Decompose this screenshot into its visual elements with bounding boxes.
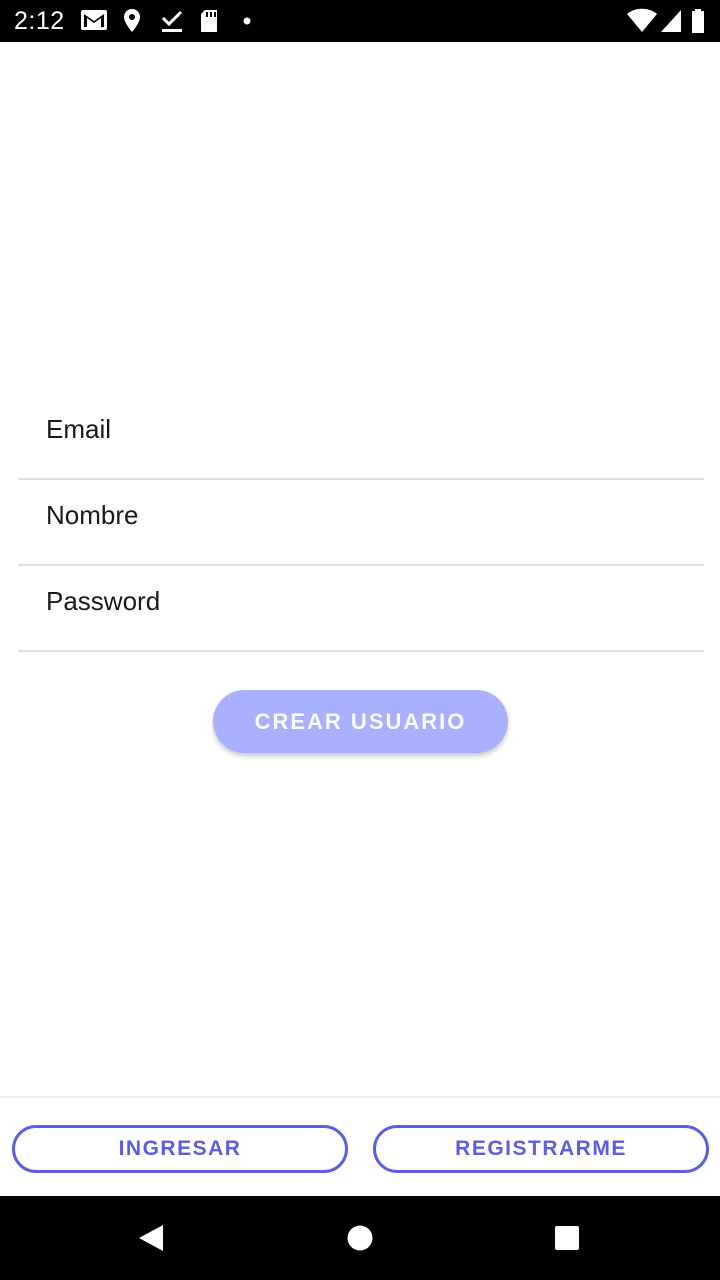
- download-done-icon: [161, 10, 183, 32]
- recents-icon: [555, 1226, 579, 1250]
- email-label: Email: [46, 414, 112, 444]
- login-button[interactable]: INGRESAR: [12, 1125, 348, 1173]
- home-button[interactable]: [340, 1218, 380, 1258]
- password-label: Password: [46, 586, 161, 616]
- register-button[interactable]: REGISTRARME: [373, 1125, 709, 1173]
- create-user-button-label: CREAR USUARIO: [254, 708, 467, 734]
- signal-icon: [661, 10, 681, 32]
- email-field[interactable]: Email: [18, 394, 704, 480]
- location-icon: [124, 9, 140, 32]
- recents-button[interactable]: [547, 1218, 587, 1258]
- login-button-label: INGRESAR: [118, 1137, 242, 1160]
- gmail-icon: [81, 10, 107, 30]
- password-field[interactable]: Password: [18, 566, 704, 652]
- battery-icon: [692, 9, 704, 33]
- sd-card-icon: [201, 10, 217, 32]
- wifi-icon: [627, 8, 657, 32]
- name-field[interactable]: Nombre: [18, 480, 704, 566]
- register-button-label: REGISTRARME: [455, 1137, 627, 1160]
- navigation-bar: [0, 1196, 720, 1280]
- bottom-action-bar: INGRESAR REGISTRARME: [0, 1096, 720, 1196]
- home-icon: [347, 1225, 373, 1251]
- name-label: Nombre: [46, 500, 139, 530]
- status-bar: 2:12: [0, 0, 720, 42]
- back-icon: [139, 1225, 163, 1251]
- status-time: 2:12: [14, 7, 65, 35]
- back-button[interactable]: [131, 1218, 171, 1258]
- dot-icon: [243, 17, 251, 25]
- create-user-button[interactable]: CREAR USUARIO: [213, 690, 508, 753]
